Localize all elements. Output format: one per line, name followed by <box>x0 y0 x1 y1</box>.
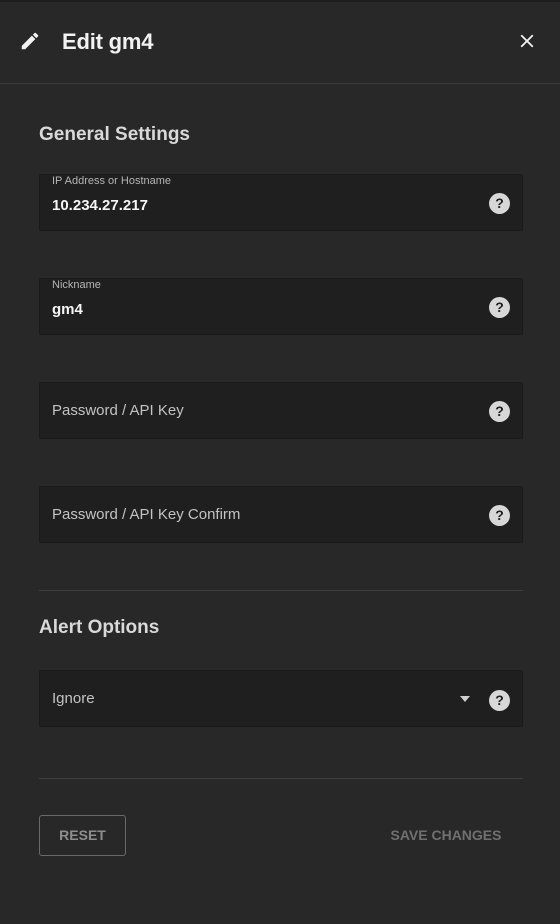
alert-select-value: Ignore <box>52 690 95 707</box>
nickname-field[interactable]: Nickname gm4 ? <box>39 278 523 335</box>
general-settings-heading: General Settings <box>39 124 190 145</box>
alert-options-select[interactable]: Ignore ? <box>39 670 523 727</box>
reset-button[interactable]: RESET <box>39 815 126 856</box>
alert-options-heading: Alert Options <box>39 617 160 638</box>
actions-divider <box>39 778 523 779</box>
section-divider <box>39 590 523 591</box>
help-icon[interactable]: ? <box>489 505 510 526</box>
chevron-down-icon[interactable] <box>460 696 470 702</box>
password-field[interactable]: Password / API Key ? <box>39 382 523 439</box>
ip-address-value: 10.234.27.217 <box>52 197 148 214</box>
help-icon[interactable]: ? <box>489 690 510 711</box>
password-confirm-field[interactable]: Password / API Key Confirm ? <box>39 486 523 543</box>
help-icon[interactable]: ? <box>489 401 510 422</box>
password-confirm-placeholder: Password / API Key Confirm <box>52 506 241 523</box>
ip-address-field[interactable]: IP Address or Hostname 10.234.27.217 ? <box>39 174 523 231</box>
help-icon[interactable]: ? <box>489 297 510 318</box>
nickname-label: Nickname <box>52 279 101 291</box>
help-icon[interactable]: ? <box>489 193 510 214</box>
edit-panel: Edit gm4 General Settings IP Address or … <box>0 0 560 924</box>
close-icon[interactable] <box>516 30 538 52</box>
ip-address-label: IP Address or Hostname <box>52 175 172 187</box>
panel-header: Edit gm4 <box>0 0 560 84</box>
save-changes-button[interactable]: SAVE CHANGES <box>372 815 520 856</box>
password-placeholder: Password / API Key <box>52 402 184 419</box>
panel-title: Edit gm4 <box>62 29 154 54</box>
nickname-value: gm4 <box>52 301 83 318</box>
pencil-icon <box>21 32 39 50</box>
